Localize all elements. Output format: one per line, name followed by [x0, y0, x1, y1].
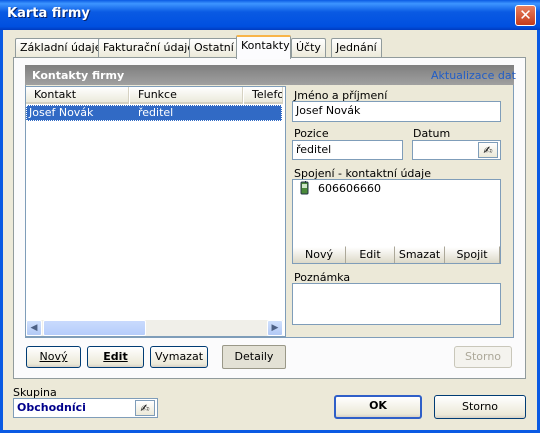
scroll-thumb[interactable] [43, 320, 146, 336]
new-contact-label: Nový [39, 350, 68, 363]
refresh-link[interactable]: Aktualizace dat [431, 69, 516, 82]
connection-value[interactable]: 606606660 [318, 182, 381, 195]
row-funkce-cell: ředitel [138, 106, 174, 119]
tab-fakturacni-udaje[interactable]: Fakturační údaje [98, 38, 200, 58]
details-toggle-button[interactable]: Detaily [222, 345, 286, 369]
close-button[interactable]: ✕ [515, 5, 536, 26]
tab-jednani[interactable]: Jednání [331, 38, 382, 58]
storno-edit-button[interactable]: Storno [454, 346, 512, 368]
delete-contact-button[interactable]: Vymazat [150, 346, 208, 368]
edit-contact-button[interactable]: Edit [87, 346, 144, 368]
group-picker-icon[interactable]: ✍ [135, 400, 155, 416]
date-picker-icon[interactable]: ✍ [478, 142, 498, 158]
tab-ostatni[interactable]: Ostatní [189, 38, 239, 58]
name-field[interactable]: Josef Novák [292, 101, 501, 122]
column-header-kontakt[interactable]: Kontakt [26, 87, 129, 104]
position-label: Pozice [294, 127, 329, 140]
storno-button[interactable]: Storno [434, 395, 526, 419]
tab-zakladni-udaje[interactable]: Základní údaje [15, 38, 107, 58]
column-header-telefon[interactable]: Telefon [244, 87, 283, 104]
connection-new-button[interactable]: Nový [293, 246, 346, 263]
date-label: Datum [413, 127, 451, 140]
contact-list[interactable] [25, 86, 286, 337]
ok-button[interactable]: OK [334, 395, 422, 419]
scroll-right-icon[interactable]: ▶ [267, 320, 283, 336]
tab-ucty[interactable]: Účty [291, 38, 326, 58]
row-kontakt-cell: Josef Novák [29, 106, 94, 119]
edit-contact-label: Edit [103, 350, 128, 363]
connection-edit-button[interactable]: Edit [346, 246, 395, 263]
note-field[interactable] [292, 283, 501, 325]
connection-delete-button[interactable]: Smazat [395, 246, 445, 263]
position-field[interactable]: ředitel [292, 140, 403, 160]
scroll-left-icon[interactable]: ◀ [26, 320, 42, 336]
window-title: Karta firmy [7, 6, 90, 21]
connection-connect-button[interactable]: Spojit [445, 246, 500, 263]
group-title: Kontakty firmy [32, 69, 125, 82]
tab-kontakty[interactable]: Kontakty [236, 35, 291, 59]
column-header-funkce[interactable]: Funkce [130, 87, 243, 104]
mobile-phone-icon [300, 181, 309, 195]
new-contact-button[interactable]: Nový [26, 346, 81, 368]
